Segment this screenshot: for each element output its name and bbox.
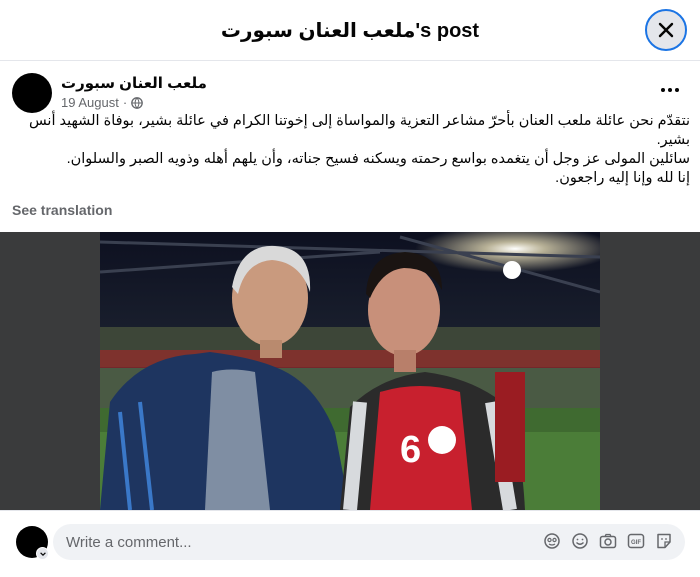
svg-text:GIF: GIF xyxy=(631,540,641,546)
post-meta: 19 August · xyxy=(61,95,144,110)
avatar-switch-icon[interactable] xyxy=(36,547,49,560)
page-avatar[interactable] xyxy=(12,73,52,113)
post-date[interactable]: 19 August xyxy=(61,95,119,110)
globe-icon[interactable] xyxy=(131,96,144,109)
photo-illustration: 6 xyxy=(100,232,600,510)
comment-placeholder: Write a comment... xyxy=(66,533,192,551)
more-icon-dot xyxy=(668,88,672,92)
photo-container: 6 xyxy=(0,232,700,510)
camera-icon[interactable] xyxy=(599,532,617,550)
more-icon xyxy=(661,88,665,92)
dialog-header: ملعب العنان سبورت's post xyxy=(0,0,700,61)
comment-bar: Write a comment... GIF xyxy=(0,510,700,577)
dialog-title: ملعب العنان سبورت's post xyxy=(220,20,480,42)
see-translation-link[interactable]: See translation xyxy=(12,202,112,218)
more-options-button[interactable] xyxy=(656,80,684,100)
close-button[interactable] xyxy=(645,9,687,51)
post-photo[interactable]: 6 xyxy=(100,232,600,510)
post-text-line: إنا لله وإنا إليه راجعون. xyxy=(555,170,690,186)
post-text: نتقدّم نحن عائلة ملعب العنان بأحرّ مشاعر… xyxy=(12,112,690,188)
post-text-line: سائلين المولى عز وجل أن يتغمده بواسع رحم… xyxy=(66,151,690,167)
emoji-icon[interactable] xyxy=(571,532,589,550)
post-text-line: نتقدّم نحن عائلة ملعب العنان بأحرّ مشاعر… xyxy=(28,113,690,148)
post-author[interactable]: ملعب العنان سبورت xyxy=(61,74,207,92)
close-icon xyxy=(658,22,674,38)
jersey-number: 6 xyxy=(400,429,421,471)
comment-tools: GIF xyxy=(543,532,673,550)
meta-separator: · xyxy=(122,95,128,110)
sticker-icon[interactable] xyxy=(655,532,673,550)
avatar-sticker-icon[interactable] xyxy=(543,532,561,550)
gif-icon[interactable]: GIF xyxy=(627,532,645,550)
more-icon-dot xyxy=(675,88,679,92)
